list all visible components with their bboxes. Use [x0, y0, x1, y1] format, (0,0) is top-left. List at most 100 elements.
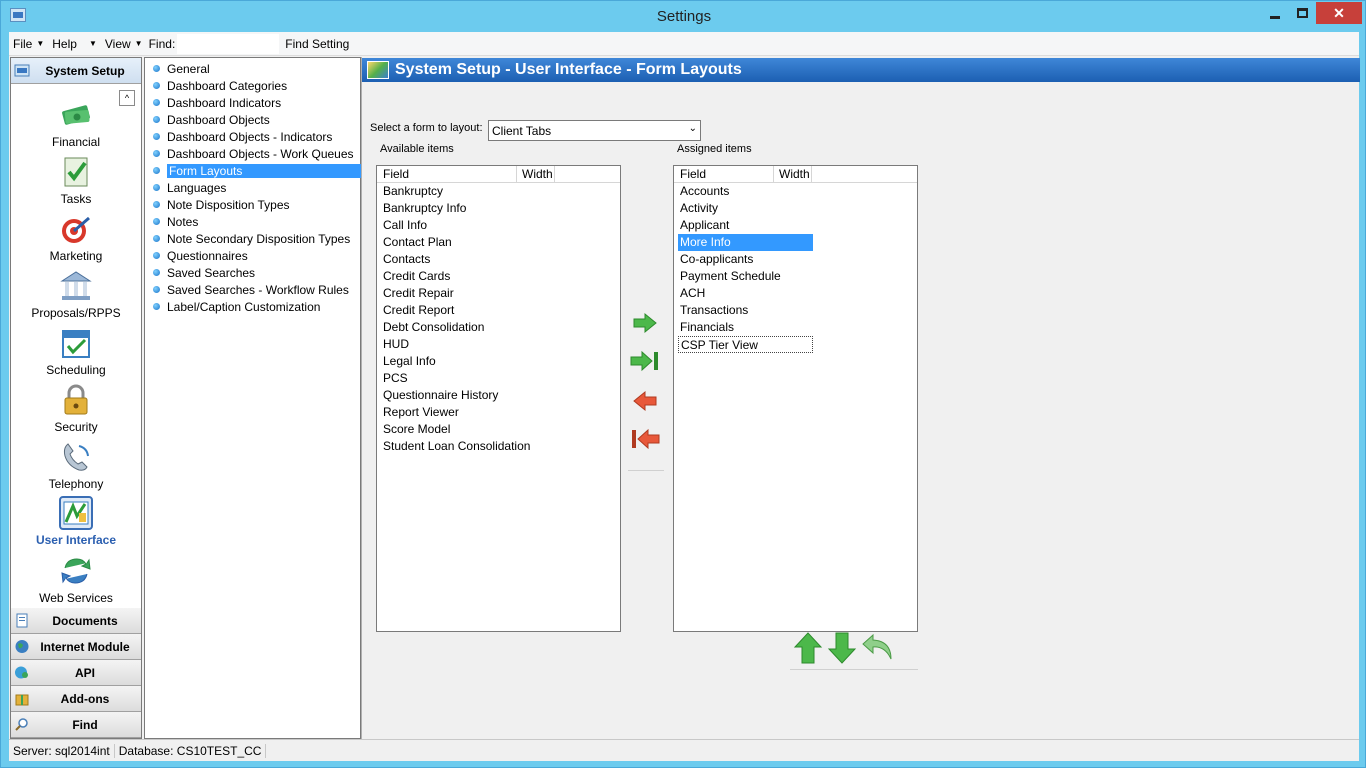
find-input[interactable] [177, 33, 280, 54]
nav-pane: System Setup ^ Financial Tasks Marketing [10, 57, 142, 739]
list-item[interactable]: Applicant [674, 217, 917, 234]
form-select[interactable]: Client Tabs ⌄ [488, 120, 701, 141]
tree-item[interactable]: Dashboard Indicators [151, 94, 281, 111]
money-icon [59, 98, 93, 132]
list-item[interactable]: Debt Consolidation [377, 319, 620, 336]
tree-item[interactable]: Saved Searches - Workflow Rules [151, 281, 349, 298]
tree-item-label: Label/Caption Customization [167, 299, 321, 314]
list-item[interactable]: Credit Repair [377, 285, 620, 302]
list-item[interactable]: Student Loan Consolidation [377, 438, 620, 455]
list-item[interactable]: Payment Schedule [674, 268, 917, 285]
maximize-button[interactable] [1289, 2, 1315, 24]
find-setting-button[interactable]: Find Setting [285, 35, 349, 53]
remove-all-button[interactable] [628, 423, 662, 455]
remove-item-button[interactable] [628, 385, 662, 417]
column-header-field[interactable]: Field [377, 166, 517, 182]
tree-item[interactable]: Saved Searches [151, 264, 255, 281]
close-button[interactable]: ✕ [1316, 2, 1362, 24]
tree-item[interactable]: Questionnaires [151, 247, 248, 264]
target-icon [59, 212, 93, 246]
nav-item-scheduling[interactable]: Scheduling [11, 326, 141, 377]
tree-item[interactable]: General [151, 60, 210, 77]
column-header-width[interactable]: Width [774, 166, 812, 182]
divider [628, 470, 664, 471]
nav-item-proposals[interactable]: Proposals/RPPS [11, 269, 141, 320]
nav-item-tasks[interactable]: Tasks [11, 155, 141, 206]
minimize-button[interactable] [1262, 2, 1288, 24]
close-icon: ✕ [1333, 4, 1345, 21]
list-item[interactable]: Financials [674, 319, 917, 336]
globe-icon [15, 640, 29, 653]
list-item[interactable]: Co-applicants [674, 251, 917, 268]
list-item[interactable]: Activity [674, 200, 917, 217]
tree-item[interactable]: Notes [151, 213, 198, 230]
arrow-up-icon [793, 632, 823, 664]
list-item[interactable]: Score Model [377, 421, 620, 438]
nav-item-security[interactable]: Security [11, 383, 141, 434]
list-item[interactable]: Bankruptcy [377, 183, 620, 200]
list-item[interactable]: PCS [377, 370, 620, 387]
tree-item[interactable]: Note Disposition Types [151, 196, 290, 213]
list-item[interactable]: Accounts [674, 183, 917, 200]
tree-item-selected[interactable]: Form Layouts [151, 162, 361, 179]
list-item[interactable]: HUD [377, 336, 620, 353]
list-item[interactable]: Transactions [674, 302, 917, 319]
add-item-button[interactable] [628, 307, 662, 339]
nav-section-add-ons[interactable]: Add-ons [11, 686, 141, 712]
list-item-focused[interactable]: CSP Tier View [678, 336, 813, 353]
nav-section-api[interactable]: API [11, 660, 141, 686]
move-up-button[interactable] [790, 630, 826, 666]
list-item[interactable]: Contact Plan [377, 234, 620, 251]
tree-item[interactable]: Languages [151, 179, 226, 196]
list-item[interactable]: Credit Report [377, 302, 620, 319]
arrow-left-end-icon [632, 428, 660, 450]
dropdown-arrow-icon: ▼ [36, 39, 45, 48]
nav-item-user-interface[interactable]: User Interface [11, 496, 141, 547]
list-item[interactable]: Questionnaire History [377, 387, 620, 404]
tree-item[interactable]: Dashboard Objects - Work Queues [151, 145, 354, 162]
column-header-width[interactable]: Width [517, 166, 555, 182]
bullet-icon [153, 201, 160, 208]
title-bar[interactable]: Settings ✕ [1, 1, 1366, 32]
undo-button[interactable] [860, 630, 896, 666]
available-items-list[interactable]: Field Width Bankruptcy Bankruptcy Info C… [376, 165, 621, 632]
tree-item[interactable]: Label/Caption Customization [151, 298, 320, 315]
list-item[interactable]: Legal Info [377, 353, 620, 370]
bullet-icon [153, 150, 160, 157]
tree-item-label: Note Secondary Disposition Types [167, 231, 351, 246]
nav-item-web-services[interactable]: Web Services [11, 554, 141, 605]
tree-item[interactable]: Dashboard Categories [151, 77, 287, 94]
list-item[interactable]: Contacts [377, 251, 620, 268]
list-item[interactable]: Credit Cards [377, 268, 620, 285]
arrow-down-icon [827, 632, 857, 664]
nav-section-internet-module[interactable]: Internet Module [11, 634, 141, 660]
arrow-left-icon [633, 390, 657, 412]
list-item[interactable]: Bankruptcy Info [377, 200, 620, 217]
nav-section-documents[interactable]: Documents [11, 608, 141, 634]
tree-item[interactable]: Dashboard Objects [151, 111, 270, 128]
nav-item-telephony[interactable]: Telephony [11, 440, 141, 491]
menu-file[interactable]: File ▼ [9, 34, 48, 54]
tree-item[interactable]: Note Secondary Disposition Types [151, 230, 350, 247]
tree-item-label: Note Disposition Types [167, 197, 290, 212]
maximize-icon [1296, 8, 1308, 18]
nav-item-marketing[interactable]: Marketing [11, 212, 141, 263]
list-item[interactable]: ACH [674, 285, 917, 302]
column-header-field[interactable]: Field [674, 166, 774, 182]
nav-section-system-setup[interactable]: System Setup [11, 58, 141, 84]
assigned-items-list[interactable]: Field Width Accounts Activity Applicant … [673, 165, 918, 632]
move-down-button[interactable] [824, 630, 860, 666]
menu-help[interactable]: Help ▼ [48, 34, 101, 54]
system-setup-icon [14, 64, 30, 77]
nav-section-find[interactable]: Find [11, 712, 141, 738]
bullet-icon [153, 218, 160, 225]
tree-item[interactable]: Dashboard Objects - Indicators [151, 128, 332, 145]
nav-section-label: Add-ons [60, 691, 110, 706]
list-item[interactable]: Report Viewer [377, 404, 620, 421]
nav-item-financial[interactable]: Financial [11, 98, 141, 149]
menu-view[interactable]: View ▼ [101, 34, 147, 54]
add-all-button[interactable] [628, 345, 662, 377]
list-item-selected[interactable]: More Info [678, 234, 813, 251]
arrow-right-end-icon [630, 350, 658, 372]
list-item[interactable]: Call Info [377, 217, 620, 234]
